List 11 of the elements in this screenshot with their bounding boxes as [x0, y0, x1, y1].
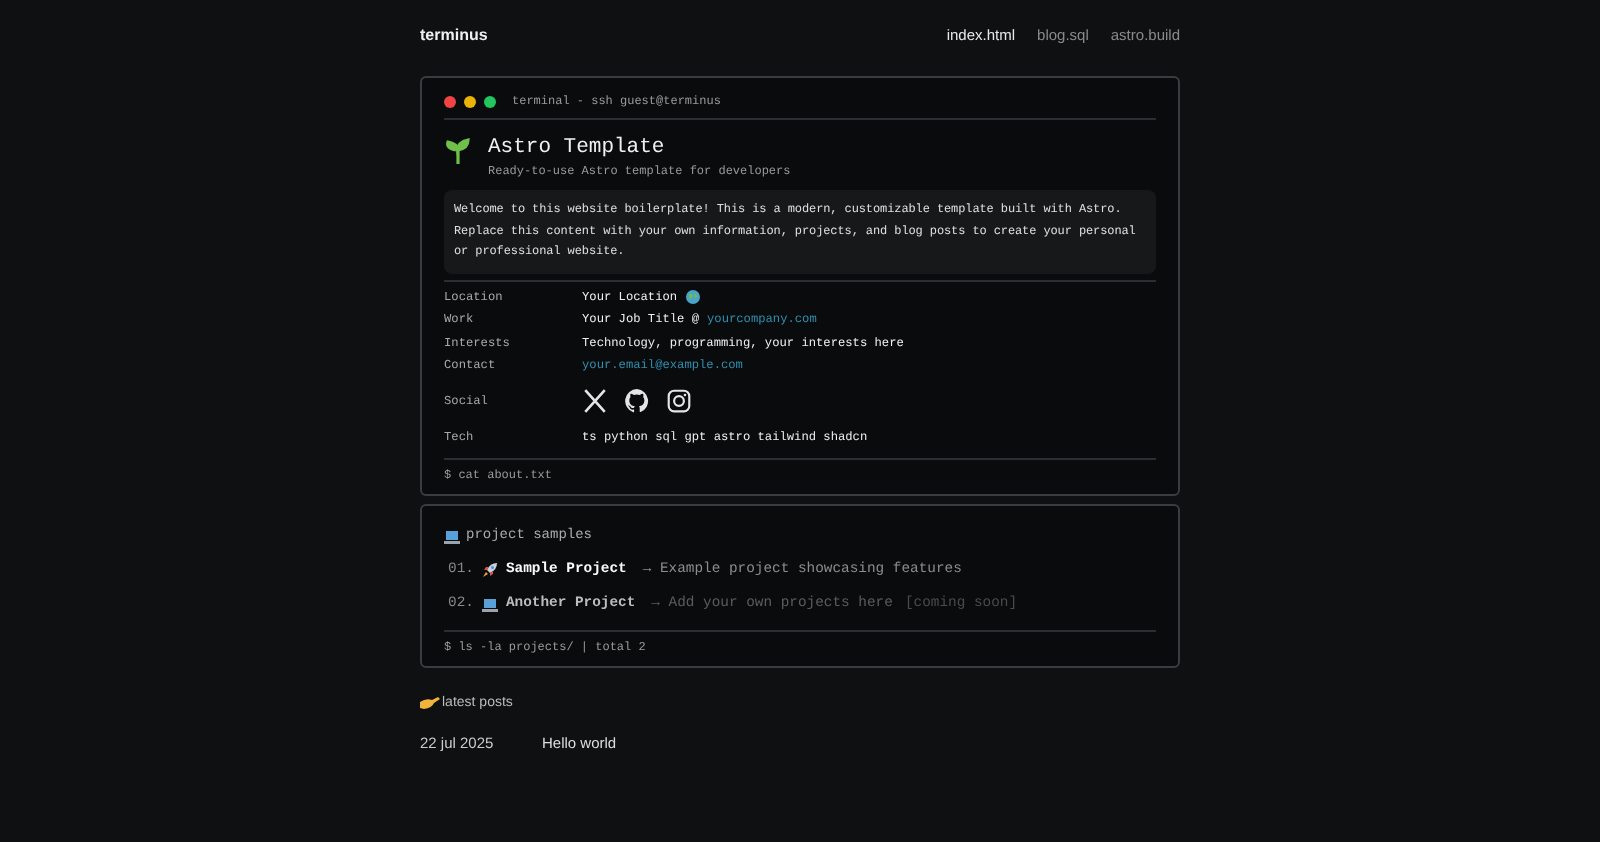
x-logo-icon[interactable]	[582, 388, 608, 414]
sprout-icon	[444, 136, 472, 164]
laptop-icon	[444, 529, 460, 543]
site-brand[interactable]: terminus	[420, 25, 488, 43]
globe-icon	[685, 289, 700, 304]
window-controls-icon	[444, 95, 496, 107]
instagram-icon[interactable]	[666, 388, 692, 414]
profile-name: Astro Template	[488, 136, 667, 160]
rocket-icon	[481, 562, 498, 578]
github-icon[interactable]	[624, 388, 650, 414]
laptop-icon	[481, 597, 498, 611]
